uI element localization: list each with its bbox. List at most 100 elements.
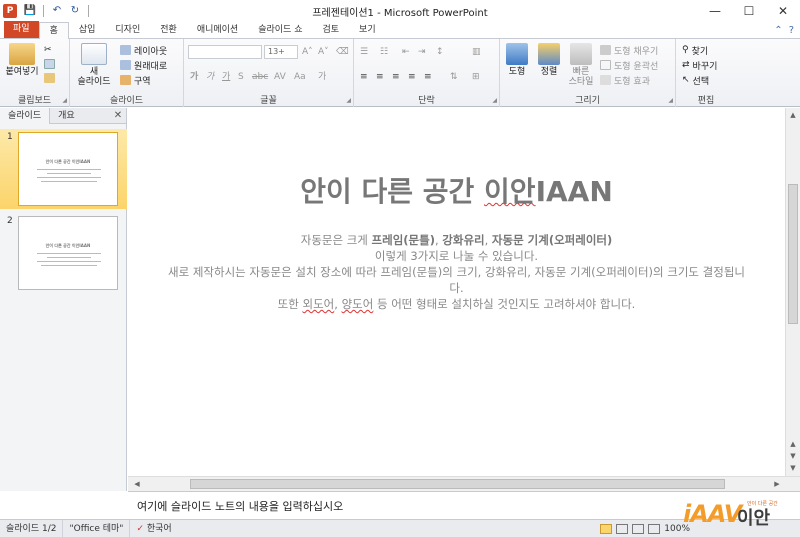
tab-transitions[interactable]: 전환	[150, 22, 187, 38]
slide-thumbnail-row[interactable]: 2 안이 다른 공간 이안IAAN	[0, 213, 127, 293]
shape-fill-button[interactable]: 도형 채우기	[600, 44, 658, 57]
clear-format-icon[interactable]: ⌫	[336, 46, 349, 58]
arrange-button[interactable]: 정렬	[534, 43, 564, 77]
minimize-button[interactable]: —	[698, 0, 732, 22]
font-name-combo[interactable]	[188, 45, 262, 59]
shape-outline-button[interactable]: 도형 윤곽선	[600, 59, 658, 72]
increase-indent-icon[interactable]: ⇥	[418, 46, 426, 58]
close-icon[interactable]: ✕	[110, 108, 126, 123]
justify-icon[interactable]: ≡	[408, 71, 416, 83]
new-slide-button[interactable]: 새 슬라이드	[74, 43, 114, 87]
italic-icon[interactable]: 가	[206, 71, 214, 83]
help-icon[interactable]: ?	[789, 25, 794, 36]
replace-button[interactable]: ⇄ 바꾸기	[682, 59, 717, 72]
strikethrough-icon[interactable]: abc	[252, 71, 268, 83]
shapes-button[interactable]: 도형	[502, 43, 532, 77]
text-run-misspelled: 양도어	[341, 297, 374, 311]
columns-icon[interactable]: ▥	[472, 46, 481, 58]
slide-body-text[interactable]: 자동문은 크게 프레임(문틀), 강화유리, 자동문 기계(오퍼레이터) 이렇게…	[168, 232, 745, 312]
text-direction-icon[interactable]: ⇅	[450, 71, 458, 83]
select-button[interactable]: ↖ 선택	[682, 74, 709, 87]
line-spacing-icon[interactable]: ↕	[436, 46, 444, 58]
shape-effects-button[interactable]: 도형 효과	[600, 74, 650, 87]
scroll-right-icon[interactable]: ▶	[770, 478, 784, 490]
tab-design[interactable]: 디자인	[105, 22, 150, 38]
reset-button[interactable]: 원래대로	[120, 59, 167, 72]
text-run-bold: (오퍼레이터)	[548, 233, 613, 247]
change-case-icon[interactable]: Aa	[294, 71, 306, 83]
slide-canvas[interactable]: 안이 다른 공간 이안IAAN 자동문은 크게 프레임(문틀), 강화유리, 자…	[128, 108, 785, 476]
paste-button[interactable]: 붙여넣기	[4, 43, 40, 77]
normal-view-icon[interactable]	[600, 523, 613, 534]
tab-home[interactable]: 홈	[38, 22, 69, 39]
slideshow-icon[interactable]	[648, 523, 661, 534]
slide-thumbnail[interactable]: 안이 다른 공간 이안IAAN	[18, 132, 118, 206]
restore-button[interactable]: ☐	[732, 0, 766, 22]
dialog-launcher-icon[interactable]: ◢	[62, 97, 67, 104]
redo-icon[interactable]: ↻	[68, 4, 82, 18]
group-label-editing: 편집	[697, 96, 715, 106]
align-center-icon[interactable]: ≡	[376, 71, 384, 83]
section-button[interactable]: 구역	[120, 74, 151, 87]
quick-styles-button[interactable]: 빠른 스타일	[566, 43, 596, 87]
dialog-launcher-icon[interactable]: ◢	[346, 97, 351, 104]
undo-icon[interactable]: ↶	[50, 4, 64, 18]
tab-slideshow[interactable]: 슬라이드 쇼	[248, 22, 312, 38]
cursor-icon: ↖	[682, 75, 690, 85]
shadow-icon[interactable]: S	[238, 71, 244, 83]
scroll-up-icon[interactable]: ▲	[786, 438, 800, 450]
dialog-launcher-icon[interactable]: ◢	[492, 97, 497, 104]
tab-slides-panel[interactable]: 슬라이드	[0, 108, 51, 124]
format-painter-button[interactable]	[44, 72, 55, 84]
shrink-font-icon[interactable]: A˅	[318, 46, 329, 58]
dialog-launcher-icon[interactable]: ◢	[668, 97, 673, 104]
theme-name[interactable]: "Office 테마"	[63, 519, 131, 537]
smartart-icon[interactable]: ⊞	[472, 71, 480, 83]
close-button[interactable]: ✕	[766, 0, 800, 22]
qat-separator	[88, 5, 89, 17]
numbering-icon[interactable]: ☷	[380, 46, 388, 58]
cut-button[interactable]: ✂	[44, 44, 52, 56]
tab-animations[interactable]: 애니메이션	[187, 22, 248, 38]
vertical-scrollbar[interactable]: ▲ ▲ ▼ ▼	[785, 108, 800, 476]
tab-insert[interactable]: 삽입	[69, 22, 106, 38]
char-spacing-icon[interactable]: AV	[274, 71, 286, 83]
scroll-down-icon[interactable]: ▼	[786, 462, 800, 474]
tab-view[interactable]: 보기	[349, 22, 386, 38]
scroll-down-icon[interactable]: ▼	[786, 450, 800, 462]
underline-icon[interactable]: 가	[222, 71, 230, 83]
ribbon-collapse-icon[interactable]: ⌃	[774, 25, 782, 36]
bullets-icon[interactable]: ☰	[360, 46, 368, 58]
align-right-icon[interactable]: ≡	[392, 71, 400, 83]
thumbnail-text-line	[37, 177, 101, 178]
scroll-left-icon[interactable]: ◀	[130, 478, 144, 490]
brush-icon	[44, 73, 55, 83]
distribute-icon[interactable]: ≡	[424, 71, 432, 83]
powerpoint-app-icon[interactable]: P	[3, 4, 17, 18]
bold-icon[interactable]: 가	[190, 71, 198, 83]
new-slide-label-2: 슬라이드	[77, 77, 111, 87]
slide-title[interactable]: 안이 다른 공간 이안IAAN	[128, 170, 785, 210]
tab-outline-panel[interactable]: 개요	[50, 108, 83, 124]
tab-file[interactable]: 파일	[4, 21, 39, 38]
copy-button[interactable]	[44, 58, 55, 70]
tab-review[interactable]: 검토	[312, 22, 349, 38]
save-icon[interactable]: 💾	[23, 4, 37, 18]
reading-view-icon[interactable]	[632, 523, 645, 534]
slide-thumbnail[interactable]: 안이 다른 공간 이안IAAN	[18, 216, 118, 290]
horizontal-scrollbar[interactable]: ◀ ▶	[128, 476, 800, 491]
language-indicator[interactable]: ✓ 한국어	[130, 520, 177, 537]
notes-placeholder[interactable]: 여기에 슬라이드 노트의 내용을 입력하십시오	[137, 498, 343, 514]
find-button[interactable]: ⚲ 찾기	[682, 44, 708, 57]
font-size-combo[interactable]: 13+	[264, 45, 298, 59]
scroll-up-icon[interactable]: ▲	[786, 109, 800, 121]
vertical-scroll-thumb[interactable]	[788, 184, 798, 324]
align-left-icon[interactable]: ≡	[360, 71, 368, 83]
slide-sorter-icon[interactable]	[616, 523, 629, 534]
grow-font-icon[interactable]: A˄	[302, 46, 313, 58]
layout-button[interactable]: 레이아웃	[120, 44, 167, 57]
decrease-indent-icon[interactable]: ⇤	[402, 46, 410, 58]
slide-thumbnail-row[interactable]: 1 안이 다른 공간 이안IAAN	[0, 129, 127, 209]
horizontal-scroll-thumb[interactable]	[190, 479, 725, 489]
font-color-icon[interactable]: 가	[318, 71, 326, 83]
